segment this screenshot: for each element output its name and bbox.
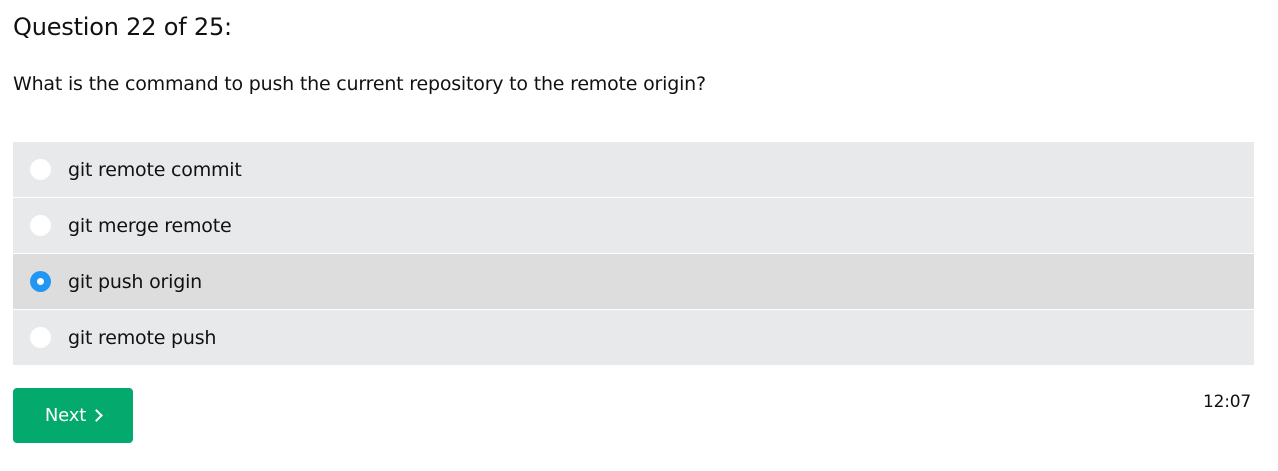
answer-option-label: git remote push [68, 326, 217, 349]
radio-button-selected[interactable] [30, 271, 51, 292]
answer-option-label: git push origin [68, 270, 203, 293]
answer-option-3[interactable]: git push origin [13, 254, 1254, 310]
answer-option-label: git merge remote [68, 214, 232, 237]
question-counter: Question 22 of 25: [13, 13, 232, 41]
answer-option-2[interactable]: git merge remote [13, 198, 1254, 254]
answer-option-label: git remote commit [68, 158, 242, 181]
timer: 12:07 [1203, 392, 1251, 412]
radio-button[interactable] [30, 327, 51, 348]
radio-button[interactable] [30, 215, 51, 236]
answer-options: git remote commit git merge remote git p… [13, 142, 1254, 365]
answer-option-1[interactable]: git remote commit [13, 142, 1254, 198]
question-text: What is the command to push the current … [13, 73, 706, 95]
next-button[interactable]: Next [13, 388, 133, 443]
answer-option-4[interactable]: git remote push [13, 310, 1254, 365]
next-button-label: Next [44, 405, 87, 426]
radio-button[interactable] [30, 159, 51, 180]
chevron-right-icon [90, 409, 103, 422]
